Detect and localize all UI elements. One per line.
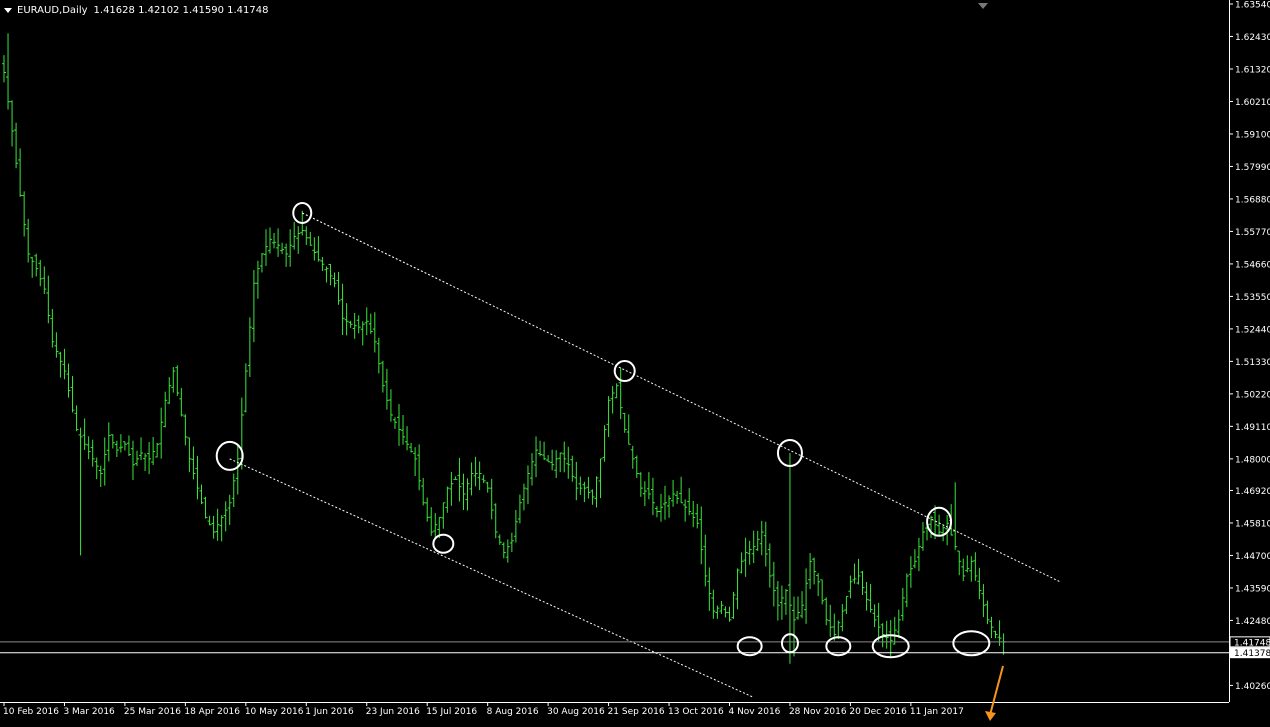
x-tick-label: 13 Oct 2016 [668,707,724,717]
chart-svg: 1.63540 1.62430 1.61320 1.60210 1.59100 1.579… [0,0,1270,721]
price-tags: 1.417481.41378 [1229,636,1270,659]
down-arrow-icon [989,665,1004,716]
x-tick-label: 25 Mar 2016 [124,707,181,717]
x-tick-label: 10 May 2016 [245,707,304,717]
y-tick-label: 1.42480 [1235,617,1270,627]
x-tick-label: 8 Aug 2016 [487,707,539,717]
symbol-label: EURAUD,Daily [17,4,88,16]
y-tick-label: 1.40260 [1235,682,1270,692]
y-tick-label: 1.53550 [1235,293,1270,303]
ohlc-readout: 1.41628 1.42102 1.41590 1.41748 [93,4,269,16]
chart-title-bar[interactable]: EURAUD,Daily 1.41628 1.42102 1.41590 1.4… [4,2,268,18]
circle-marker [613,360,636,383]
y-tick-label: 1.49110 [1235,423,1270,433]
x-tick-label: 10 Feb 2016 [3,707,59,717]
y-tick-label: 1.60210 [1235,98,1270,108]
y-tick-label: 1.44700 [1235,552,1270,562]
axes [0,0,1233,706]
y-tick-label: 1.51330 [1235,358,1270,368]
y-tick-label: 1.57990 [1235,163,1270,173]
y-tick-label: 1.59100 [1235,130,1270,140]
y-tick-label: 1.45810 [1235,519,1270,529]
y-tick-label: 1.43590 [1235,584,1270,594]
x-tick-label: 23 Jun 2016 [366,707,420,717]
x-tick-label: 4 Nov 2016 [728,707,780,717]
y-tick-label: 1.63540 [1235,1,1270,11]
x-tick-label: 21 Sep 2016 [608,707,665,717]
circle-marker [952,630,991,657]
y-tick-label: 1.50220 [1235,390,1270,400]
y-tick-label: 1.46920 [1235,487,1270,497]
support-price-tag: 1.41378 [1234,649,1270,659]
x-tick-label: 30 Aug 2016 [547,707,605,717]
y-tick-label: 1.55770 [1235,228,1270,238]
circle-marker [215,440,244,471]
circle-marker [432,533,455,554]
x-tick-label: 28 Nov 2016 [789,707,847,717]
axis-labels: 1.63540 1.62430 1.61320 1.60210 1.59100 1.579… [3,1,1270,718]
x-tick-label: 20 Dec 2016 [849,707,907,717]
y-tick-label: 1.48000 [1235,455,1270,465]
x-tick-label: 18 Apr 2016 [184,707,240,717]
shift-marker-icon [978,3,988,9]
dropdown-triangle-icon[interactable] [4,7,12,13]
y-tick-label: 1.61320 [1235,65,1270,75]
chart-container: 1.63540 1.62430 1.61320 1.60210 1.59100 1.579… [0,0,1270,723]
y-tick-label: 1.54660 [1235,260,1270,270]
annotations [0,201,1229,721]
x-tick-label: 3 Mar 2016 [63,707,115,717]
y-tick-label: 1.52440 [1235,325,1270,335]
down-arrow-head-icon [985,711,996,721]
price-bars [2,33,1006,664]
x-tick-label: 15 Jul 2016 [426,707,477,717]
upper-trendline [302,212,1061,583]
current-price-tag: 1.41748 [1234,638,1270,648]
x-tick-label: 1 Jun 2016 [305,707,354,717]
x-tick-label: 11 Jan 2017 [910,707,964,717]
y-tick-label: 1.56880 [1235,195,1270,205]
y-tick-label: 1.62430 [1235,33,1270,43]
